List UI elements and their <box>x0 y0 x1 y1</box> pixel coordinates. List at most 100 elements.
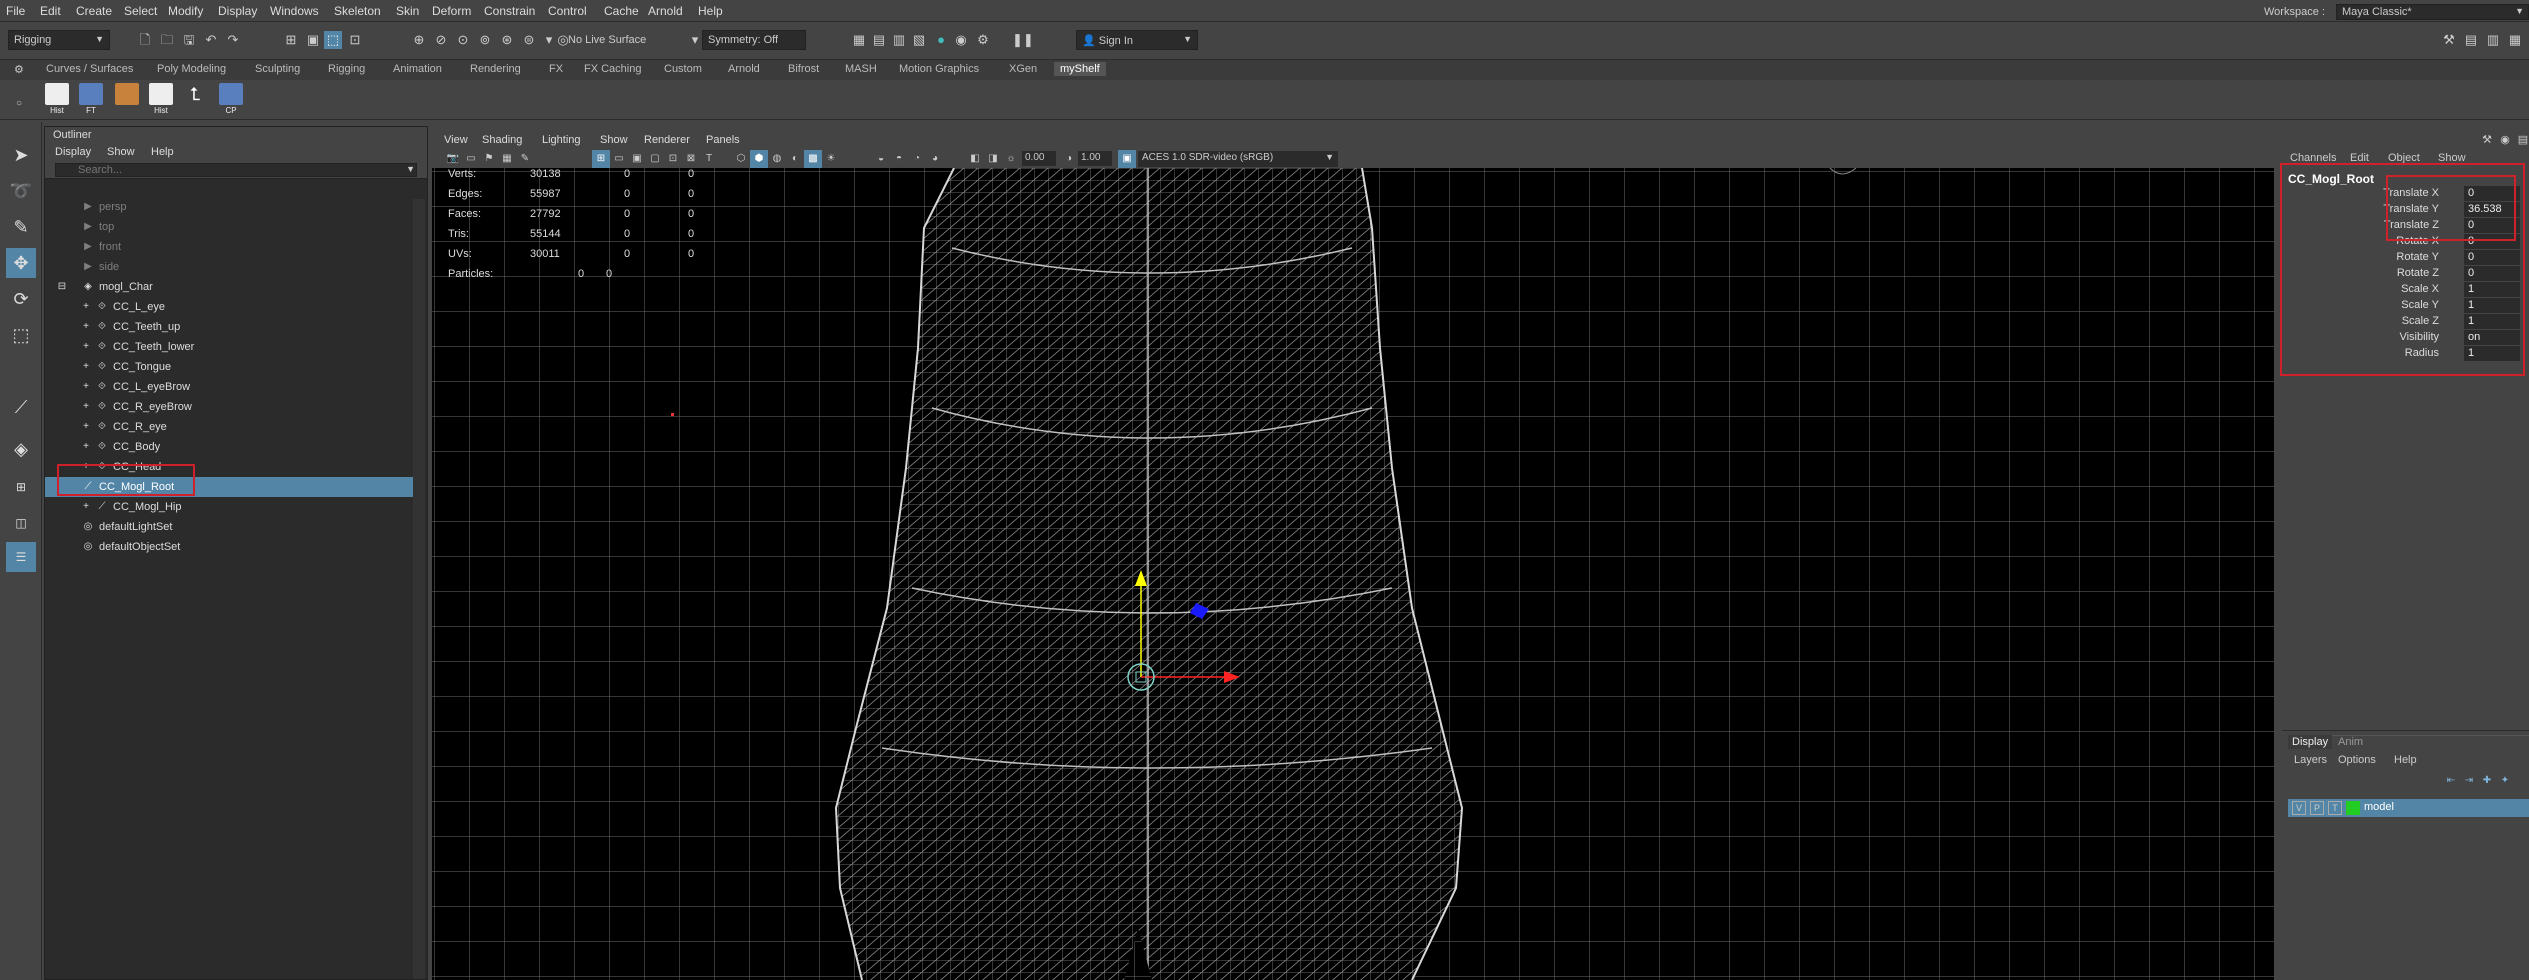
viewport-menu-lighting[interactable]: Lighting <box>542 134 581 146</box>
move-layer-down-icon[interactable]: ⇥ <box>2460 772 2478 790</box>
field-chart-icon[interactable]: ⊡ <box>664 150 682 168</box>
shelf-settings-icon[interactable]: ⚙ <box>14 63 24 76</box>
wireframe-icon[interactable]: ⬡ <box>732 150 750 168</box>
shelf-tab-xgen[interactable]: XGen <box>1009 63 1037 75</box>
new-scene-icon[interactable]: 🗋 <box>136 31 154 49</box>
outliner-row[interactable]: ◎ defaultObjectSet <box>45 537 415 557</box>
shelf-tab-rigging[interactable]: Rigging <box>328 63 365 75</box>
attribute-editor-icon[interactable]: ⚒ <box>2478 131 2496 149</box>
outliner-row[interactable]: + ⟐ CC_Teeth_up <box>45 317 415 337</box>
menu-set-dropdown[interactable]: Rigging ▼ <box>8 30 110 50</box>
viewport-3d[interactable] <box>432 168 2274 980</box>
layer-visibility-toggle[interactable]: V <box>2292 801 2306 815</box>
film-gate-icon[interactable]: ▭ <box>610 150 628 168</box>
joint-tool-icon[interactable]: ⟋ <box>6 392 36 422</box>
xray-joints-icon[interactable]: ◨ <box>984 150 1002 168</box>
menu-cache[interactable]: Cache <box>604 4 639 18</box>
layer-menu-layers[interactable]: Layers <box>2294 754 2327 766</box>
layer-menu-help[interactable]: Help <box>2394 754 2417 766</box>
expand-icon[interactable]: + <box>79 301 93 313</box>
menu-skin[interactable]: Skin <box>396 4 419 18</box>
expand-icon[interactable]: + <box>79 381 93 393</box>
resolution-gate-icon[interactable]: ▣ <box>628 150 646 168</box>
image-plane-icon[interactable]: ▦ <box>498 150 516 168</box>
two-view-layout-icon[interactable]: ◫ <box>6 508 36 538</box>
smooth-shade-icon[interactable]: ⬢ <box>750 150 768 168</box>
render-settings-icon[interactable]: ▧ <box>910 31 928 49</box>
move-layer-up-icon[interactable]: ⇤ <box>2442 772 2460 790</box>
depth-of-field-icon[interactable]: ◕ <box>926 150 944 168</box>
shelf-tab-rendering[interactable]: Rendering <box>470 63 521 75</box>
arnold-render-icon[interactable]: ⚙ <box>974 31 992 49</box>
outliner-row[interactable]: + ⟐ CC_R_eye <box>45 417 415 437</box>
viewport-menu-panels[interactable]: Panels <box>706 134 740 146</box>
exposure-icon[interactable]: ☼ <box>1002 150 1020 168</box>
menu-windows[interactable]: Windows <box>270 4 319 18</box>
outliner-row[interactable]: ▶ front <box>45 237 415 257</box>
shelf-tab-sculpting[interactable]: Sculpting <box>255 63 300 75</box>
rotate-tool-icon[interactable]: ⟳ <box>6 284 36 314</box>
layer-type-toggle[interactable]: T <box>2328 801 2342 815</box>
grease-pencil-icon[interactable]: ✎ <box>516 150 534 168</box>
expand-icon[interactable]: + <box>79 441 93 453</box>
sign-in-dropdown[interactable]: 👤 Sign In ▼ <box>1076 30 1198 50</box>
scale-tool-icon[interactable]: ⬚ <box>6 320 36 350</box>
open-scene-icon[interactable]: 🗀 <box>158 31 176 49</box>
outliner-row[interactable]: + ⟐ CC_L_eyeBrow <box>45 377 415 397</box>
gamma-icon[interactable]: ◑ <box>1060 150 1078 168</box>
gate-mask-icon[interactable]: ▢ <box>646 150 664 168</box>
expand-icon[interactable]: + <box>79 361 93 373</box>
shelf-button-freeze-transforms[interactable]: FT <box>78 83 104 117</box>
layer-tab-display[interactable]: Display <box>2288 735 2333 749</box>
snap-pivot-icon[interactable]: ⊜ <box>520 31 538 49</box>
new-layer-selected-icon[interactable]: ✦ <box>2496 772 2514 790</box>
save-scene-icon[interactable]: 🖫 <box>180 31 198 49</box>
channel-box-icon[interactable]: ▦ <box>2506 31 2524 49</box>
collapse-icon[interactable]: ⊟ <box>55 281 69 293</box>
menu-modify[interactable]: Modify <box>168 4 203 18</box>
shadows-icon[interactable]: ◒ <box>872 150 890 168</box>
outliner-row[interactable]: + ⟐ CC_R_eyeBrow <box>45 397 415 417</box>
outliner-search-input[interactable] <box>55 163 417 177</box>
expand-icon[interactable]: + <box>79 341 93 353</box>
undo-icon[interactable]: ↶ <box>202 31 220 49</box>
outliner-row[interactable]: ▶ top <box>45 217 415 237</box>
shelf-tab-poly-modeling[interactable]: Poly Modeling <box>157 63 226 75</box>
menu-display[interactable]: Display <box>218 4 257 18</box>
outliner-scrollbar[interactable] <box>413 199 425 979</box>
outliner-row[interactable]: + ⟐ CC_Tongue <box>45 357 415 377</box>
shelf-button-center-pivot[interactable] <box>114 83 140 117</box>
modeling-toolkit-icon[interactable]: ⚒ <box>2440 31 2458 49</box>
outliner-row[interactable]: ▶ persp <box>45 197 415 217</box>
outliner-menu-help[interactable]: Help <box>151 146 174 158</box>
menu-constrain[interactable]: Constrain <box>484 4 535 18</box>
render-current-icon[interactable]: ▤ <box>870 31 888 49</box>
snap-view-icon[interactable]: ⊚ <box>476 31 494 49</box>
menu-file[interactable]: File <box>6 4 25 18</box>
hypershade-icon[interactable]: ● <box>932 31 950 49</box>
outliner-row[interactable]: + ⟐ CC_Teeth_lower <box>45 337 415 357</box>
select-tool-icon[interactable]: ➤ <box>6 140 36 170</box>
layer-row-model[interactable]: V P T model <box>2288 799 2529 817</box>
select-component-icon[interactable]: ⬚ <box>324 31 342 49</box>
outliner-row[interactable]: ◎ defaultLightSet <box>45 517 415 537</box>
workspace-select[interactable]: Maya Classic* ▼ <box>2336 4 2529 20</box>
layer-color-swatch[interactable] <box>2346 801 2360 815</box>
shelf-menu-icon[interactable]: ○ <box>16 98 22 109</box>
expand-icon[interactable]: + <box>79 401 93 413</box>
viewport-menu-show[interactable]: Show <box>600 134 628 146</box>
isolate-select-icon[interactable]: ◧ <box>966 150 984 168</box>
exposure-field[interactable]: 0.00 <box>1022 151 1056 166</box>
textured-icon[interactable]: ◐ <box>786 150 804 168</box>
viewport-canvas[interactable] <box>432 168 2274 980</box>
ipr-render-icon[interactable]: ▥ <box>890 31 908 49</box>
shelf-tab-bifrost[interactable]: Bifrost <box>788 63 819 75</box>
viewport-menu-renderer[interactable]: Renderer <box>644 134 690 146</box>
shelf-tab-mash[interactable]: MASH <box>845 63 877 75</box>
shelf-button-joint[interactable]: ⮤ <box>182 83 208 117</box>
outliner-layout-icon[interactable]: ☰ <box>6 542 36 572</box>
shelf-tab-fx[interactable]: FX <box>549 63 563 75</box>
snap-surface-icon[interactable]: ⊛ <box>498 31 516 49</box>
color-management-icon[interactable]: ▣ <box>1118 150 1136 168</box>
channel-box-toggle-icon[interactable]: ◉ <box>2496 131 2514 149</box>
